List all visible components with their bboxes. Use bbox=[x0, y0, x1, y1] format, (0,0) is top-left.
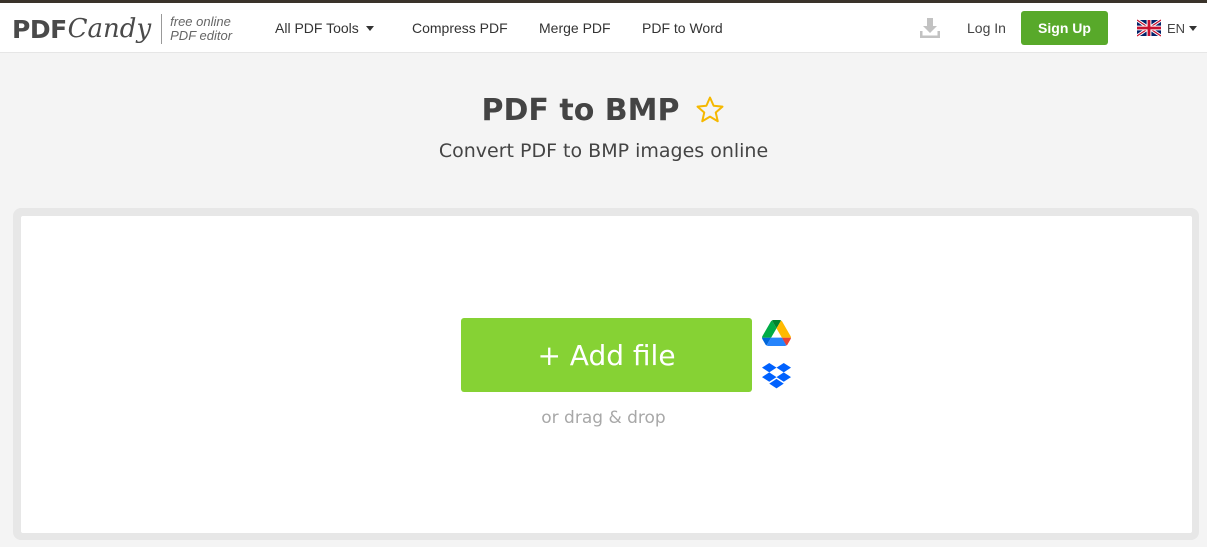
nav-merge-pdf-label: Merge PDF bbox=[539, 20, 611, 36]
nav-pdf-to-word[interactable]: PDF to Word bbox=[642, 3, 723, 53]
nav-merge-pdf[interactable]: Merge PDF bbox=[539, 3, 611, 53]
logo-candy-text: Candy bbox=[67, 14, 152, 44]
login-label: Log In bbox=[967, 20, 1006, 36]
logo-tagline-line2: PDF editor bbox=[170, 28, 233, 43]
signup-label: Sign Up bbox=[1038, 20, 1091, 36]
logo-tagline: free online PDF editor bbox=[170, 15, 232, 43]
nav-compress-pdf-label: Compress PDF bbox=[412, 20, 508, 36]
google-drive-icon[interactable] bbox=[762, 320, 791, 346]
drag-drop-hint: or drag & drop bbox=[541, 408, 666, 428]
nav-all-pdf-tools[interactable]: All PDF Tools bbox=[275, 3, 374, 53]
logo-divider bbox=[161, 14, 163, 44]
caret-down-icon bbox=[365, 26, 374, 31]
download-icon[interactable] bbox=[918, 16, 942, 40]
header: PDF Candy free online PDF editor All PDF… bbox=[0, 3, 1207, 53]
uk-flag-icon bbox=[1137, 19, 1161, 37]
nav-compress-pdf[interactable]: Compress PDF bbox=[412, 3, 508, 53]
language-selector[interactable]: EN bbox=[1137, 3, 1198, 53]
logo[interactable]: PDF Candy free online PDF editor bbox=[12, 11, 232, 47]
title-row: PDF to BMP bbox=[0, 86, 1207, 134]
caret-down-icon bbox=[1189, 26, 1198, 31]
language-label: EN bbox=[1167, 20, 1186, 36]
logo-pdf-text: PDF bbox=[12, 14, 67, 44]
page-title: PDF to BMP bbox=[481, 92, 680, 128]
nav-all-pdf-tools-label: All PDF Tools bbox=[275, 20, 359, 36]
star-icon[interactable] bbox=[695, 95, 725, 125]
page-subtitle: Convert PDF to BMP images online bbox=[438, 140, 769, 162]
dropbox-icon[interactable] bbox=[762, 362, 791, 390]
logo-tagline-line1: free online bbox=[170, 14, 231, 29]
signup-button[interactable]: Sign Up bbox=[1021, 11, 1108, 45]
add-file-label: + Add file bbox=[537, 338, 676, 372]
nav-pdf-to-word-label: PDF to Word bbox=[642, 20, 723, 36]
add-file-button[interactable]: + Add file bbox=[461, 318, 752, 392]
login-link[interactable]: Log In bbox=[967, 3, 1006, 53]
